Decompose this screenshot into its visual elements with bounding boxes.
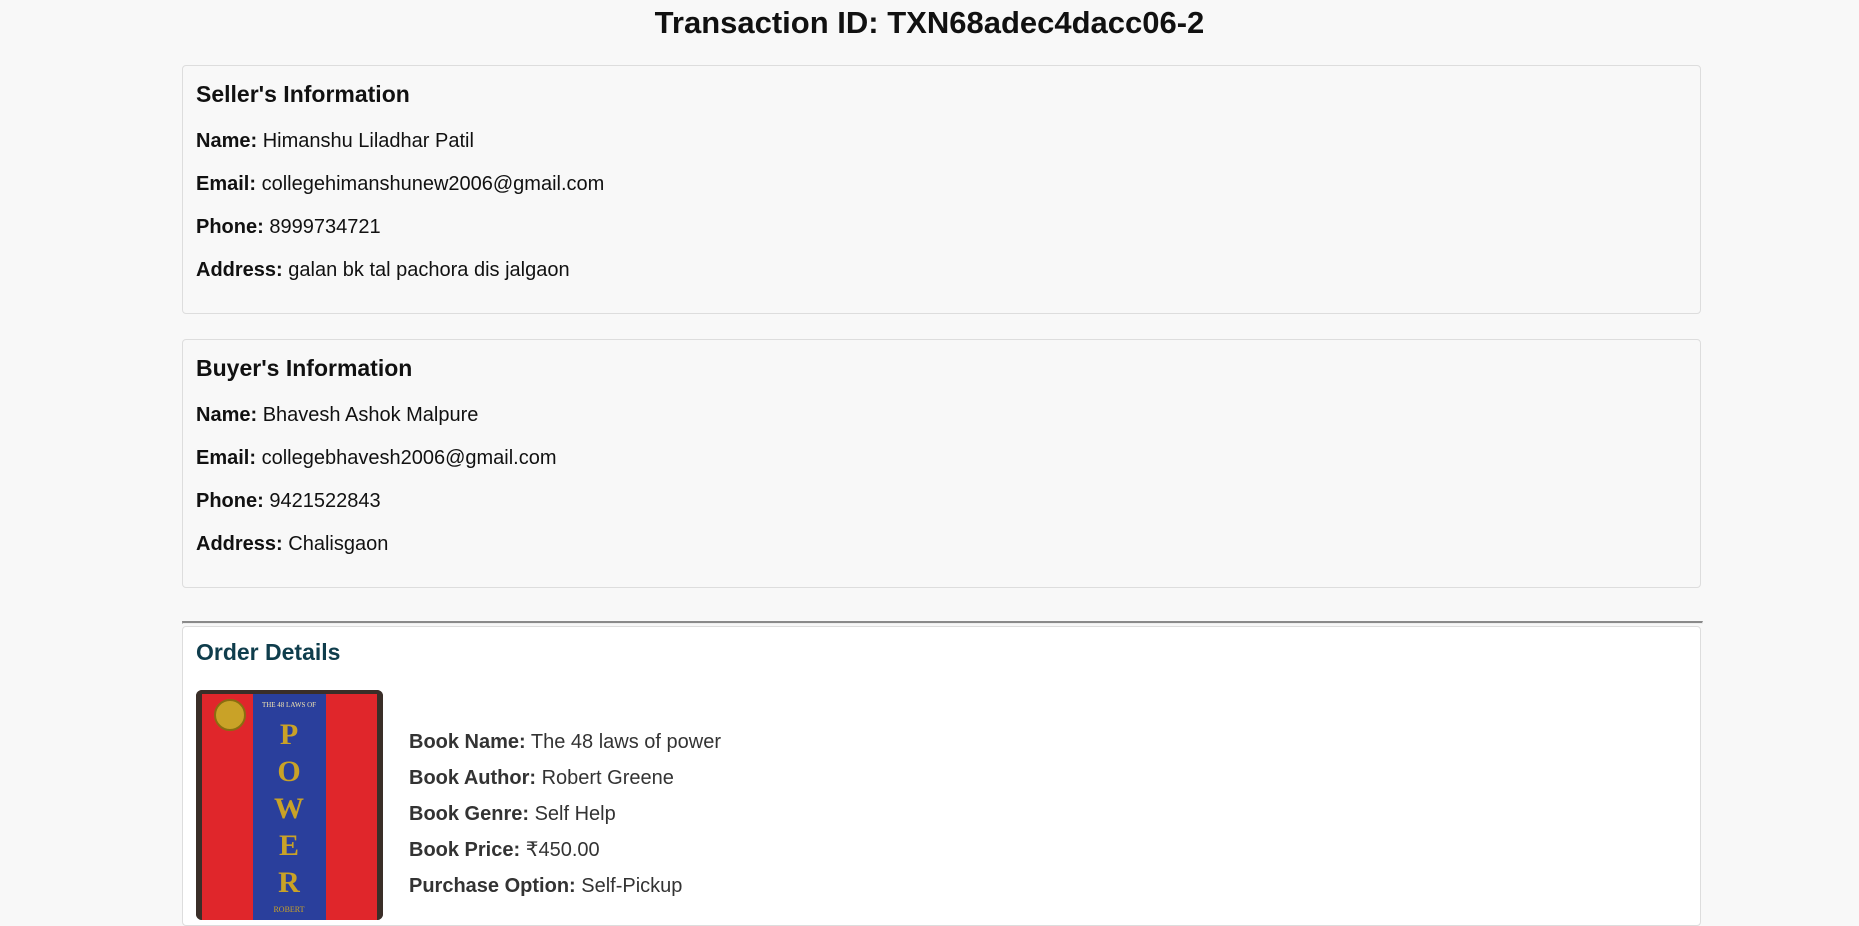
purchase-option-label: Purchase Option: [409,875,576,897]
seller-name-value: Himanshu Liladhar Patil [262,130,474,152]
book-author-label: Book Author: [409,767,537,789]
seller-email-label: Email: [196,173,257,195]
buyer-phone-value: 9421522843 [269,490,381,512]
buyer-email: Email: collegebhavesh2006@gmail.com [196,446,557,470]
book-genre: Book Genre: Self Help [409,802,616,826]
buyer-phone: Phone: 9421522843 [196,489,381,513]
cover-letter-p: P [280,718,298,751]
book-price: Book Price: ₹450.00 [409,838,600,862]
seller-address: Address: galan bk tal pachora dis jalgao… [196,258,570,282]
seller-info-heading: Seller's Information [196,81,410,107]
seller-name: Name: Himanshu Liladhar Patil [196,129,474,153]
book-name-value: The 48 laws of power [530,731,722,753]
cover-author-text: ROBERT [273,905,304,914]
book-cover-art: THE 48 LAWS OF P O W E R ROBERT [196,690,383,920]
cover-letter-r: R [278,866,300,899]
seller-email: Email: collegehimanshunew2006@gmail.com [196,172,604,196]
order-details-card: Order Details THE 48 LAWS OF P O W E R R… [182,626,1701,926]
cover-top-text: THE 48 LAWS OF [262,701,316,709]
buyer-info-heading: Buyer's Information [196,355,413,381]
seller-address-label: Address: [196,259,283,281]
seller-info-card: Seller's Information Name: Himanshu Lila… [182,65,1701,314]
book-price-value: ₹450.00 [525,839,600,861]
seller-phone: Phone: 8999734721 [196,215,381,239]
buyer-info-card: Buyer's Information Name: Bhavesh Ashok … [182,339,1701,588]
seller-name-label: Name: [196,130,258,152]
buyer-email-label: Email: [196,447,257,469]
buyer-name-label: Name: [196,404,258,426]
buyer-address-value: Chalisgaon [288,533,389,555]
page-title: Transaction ID: TXN68adec4dacc06-2 [654,5,1205,40]
buyer-email-value: collegebhavesh2006@gmail.com [261,447,557,469]
cover-seal-icon [214,699,246,731]
book-name: Book Name: The 48 laws of power [409,730,721,754]
buyer-address-label: Address: [196,533,283,555]
buyer-phone-label: Phone: [196,490,264,512]
book-price-label: Book Price: [409,839,521,861]
book-name-label: Book Name: [409,731,526,753]
cover-letter-e: E [279,829,299,862]
book-cover-image: THE 48 LAWS OF P O W E R ROBERT [196,690,383,920]
book-genre-value: Self Help [534,803,616,825]
book-author-value: Robert Greene [541,767,674,789]
cover-letter-w: W [274,792,304,825]
book-genre-label: Book Genre: [409,803,530,825]
book-author: Book Author: Robert Greene [409,766,674,790]
purchase-option: Purchase Option: Self-Pickup [409,874,682,898]
order-details-heading: Order Details [196,639,341,665]
seller-address-value: galan bk tal pachora dis jalgaon [288,259,570,281]
seller-phone-label: Phone: [196,216,264,238]
seller-phone-value: 8999734721 [269,216,381,238]
buyer-name: Name: Bhavesh Ashok Malpure [196,403,478,427]
cover-letter-o: O [277,755,300,788]
seller-email-value: collegehimanshunew2006@gmail.com [261,173,605,195]
buyer-address: Address: Chalisgaon [196,532,388,556]
buyer-name-value: Bhavesh Ashok Malpure [262,404,479,426]
section-divider [182,621,1703,624]
purchase-option-value: Self-Pickup [581,875,683,897]
